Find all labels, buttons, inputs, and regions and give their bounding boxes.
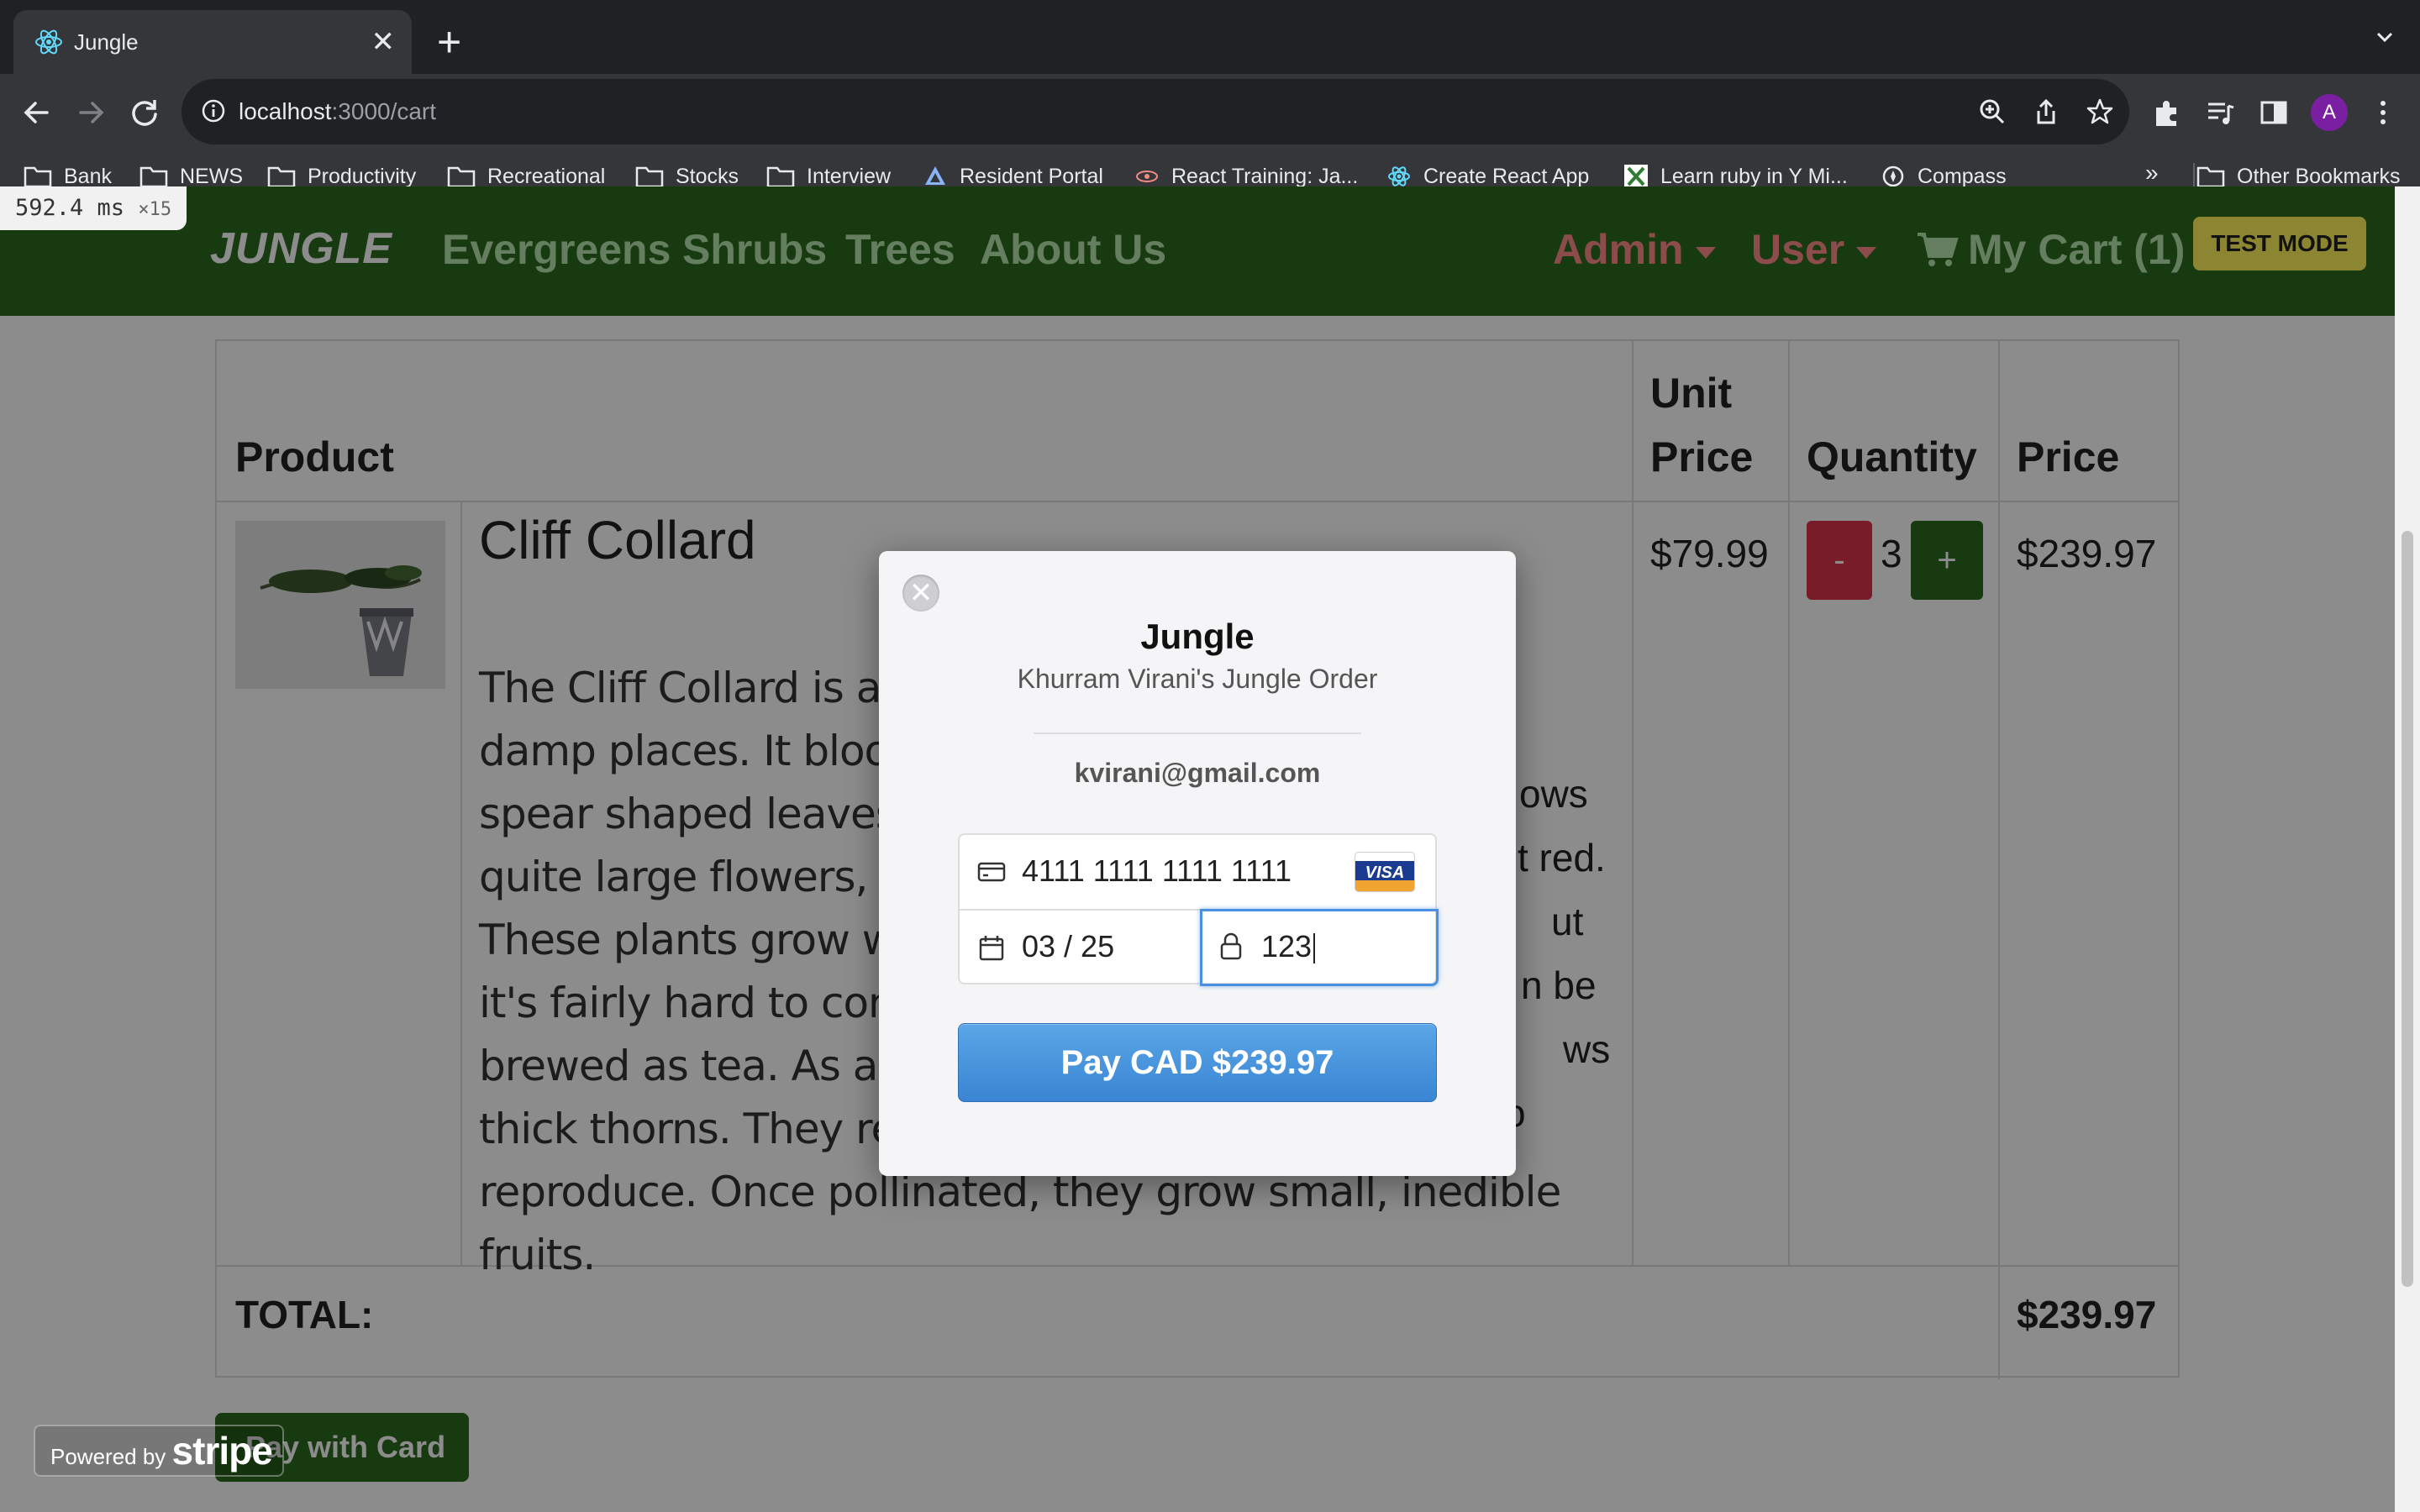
folder-icon bbox=[635, 166, 664, 188]
kebab-menu-icon[interactable] bbox=[2366, 96, 2400, 129]
checkout-email: kvirani@gmail.com bbox=[1074, 758, 1321, 788]
cvc-value: 123 bbox=[1261, 929, 1313, 963]
x-icon bbox=[1624, 165, 1648, 188]
card-fields: 4111 1111 1111 1111 VISA 03 / 25 123 bbox=[958, 833, 1439, 986]
folder-icon bbox=[447, 166, 476, 188]
react-training-icon bbox=[1136, 171, 1158, 182]
folder-icon bbox=[766, 166, 795, 188]
forward-arrow-icon[interactable] bbox=[67, 89, 114, 136]
text-cursor bbox=[1313, 933, 1316, 964]
bookmark-label: Other Bookmarks bbox=[2237, 164, 2401, 188]
folder-icon bbox=[24, 166, 52, 188]
tab-title: Jungle bbox=[74, 29, 139, 55]
side-panel-icon[interactable] bbox=[2257, 96, 2291, 129]
media-queue-icon[interactable] bbox=[2203, 96, 2237, 129]
expiry-value: 03 / 25 bbox=[1022, 929, 1115, 963]
expiry-field[interactable]: 03 / 25 bbox=[960, 909, 1200, 986]
reload-icon[interactable] bbox=[121, 89, 168, 136]
chevron-down-icon[interactable] bbox=[2373, 25, 2396, 49]
bookmark-label: NEWS bbox=[180, 164, 243, 188]
bookmark-label: Create React App bbox=[1423, 164, 1590, 188]
folder-icon bbox=[2196, 166, 2225, 188]
bookmark-star-icon[interactable] bbox=[2084, 96, 2116, 128]
share-icon[interactable] bbox=[2030, 96, 2062, 128]
new-tab-button[interactable]: + bbox=[437, 17, 461, 67]
credit-card-icon bbox=[977, 862, 1006, 882]
card-number-field[interactable]: 4111 1111 1111 1111 VISA bbox=[960, 835, 1435, 909]
perf-overlay: 592.4 ms ×15 bbox=[0, 186, 187, 230]
bookmark-label: Bank bbox=[64, 164, 112, 188]
checkout-title: Jungle bbox=[1140, 617, 1255, 656]
browser-tabbar: Jungle ✕ + bbox=[0, 0, 2420, 74]
folder-icon bbox=[267, 166, 296, 188]
bookmark-label: Resident Portal bbox=[960, 164, 1103, 188]
bookmark-label: Recreational bbox=[487, 164, 606, 188]
browser-toolbar: localhost:3000/cart A Bank NEWS Producti… bbox=[0, 74, 2420, 202]
powered-by-stripe-badge[interactable]: Powered by stripe bbox=[34, 1425, 284, 1477]
card-number-value: 4111 1111 1111 1111 bbox=[1022, 853, 1292, 888]
close-icon[interactable]: ✕ bbox=[902, 575, 939, 612]
bookmark-label: Productivity bbox=[308, 164, 417, 188]
perf-multiplier: ×15 bbox=[138, 199, 172, 220]
checkout-modal: ✕ Jungle Khurram Virani's Jungle Order k… bbox=[879, 551, 1516, 1176]
tab-jungle[interactable]: Jungle ✕ bbox=[13, 10, 412, 74]
url-text[interactable]: localhost:3000/cart bbox=[239, 94, 436, 129]
checkout-subtitle: Khurram Virani's Jungle Order bbox=[1017, 664, 1378, 694]
bookmark-label: Stocks bbox=[676, 164, 739, 188]
perf-value: 592.4 bbox=[15, 195, 84, 221]
compass-icon bbox=[1882, 165, 1904, 187]
calendar-icon bbox=[979, 936, 1004, 961]
page-scrollbar[interactable] bbox=[2395, 186, 2420, 1512]
zoom-icon[interactable] bbox=[1976, 96, 2008, 128]
pay-button[interactable]: Pay CAD $239.97 bbox=[958, 1023, 1437, 1102]
cvc-input[interactable]: 123 bbox=[1261, 929, 1316, 964]
scrollbar-thumb[interactable] bbox=[2402, 531, 2413, 1287]
url-host: localhost bbox=[239, 98, 332, 124]
stripe-logo: stripe bbox=[171, 1429, 273, 1473]
perf-unit: ms bbox=[97, 195, 125, 221]
portal-icon bbox=[925, 166, 945, 185]
bookmark-label: Learn ruby in Y Mi... bbox=[1660, 164, 1848, 188]
powered-by-text: Powered by bbox=[50, 1444, 166, 1469]
url-path: :3000/cart bbox=[331, 98, 437, 124]
lock-icon bbox=[1220, 932, 1242, 960]
cvc-field[interactable]: 123 bbox=[1200, 909, 1439, 986]
site-info-icon[interactable] bbox=[200, 97, 227, 124]
bookmark-label: React Training: Ja... bbox=[1171, 164, 1359, 188]
checkout-divider bbox=[1034, 732, 1361, 734]
extensions-icon[interactable] bbox=[2149, 96, 2183, 129]
visa-icon: VISA bbox=[1355, 852, 1415, 892]
profile-avatar[interactable]: A bbox=[2311, 94, 2348, 131]
bookmark-label: Compass bbox=[1918, 164, 2007, 188]
back-arrow-icon[interactable] bbox=[13, 89, 60, 136]
more-bookmarks-button[interactable]: » bbox=[2145, 160, 2159, 186]
tab-close-icon[interactable]: ✕ bbox=[371, 25, 396, 59]
react-icon bbox=[35, 29, 62, 55]
folder-icon bbox=[139, 166, 168, 188]
address-bar[interactable]: localhost:3000/cart bbox=[182, 79, 2129, 144]
react-icon bbox=[1388, 166, 1410, 186]
bookmark-label: Interview bbox=[807, 164, 892, 188]
